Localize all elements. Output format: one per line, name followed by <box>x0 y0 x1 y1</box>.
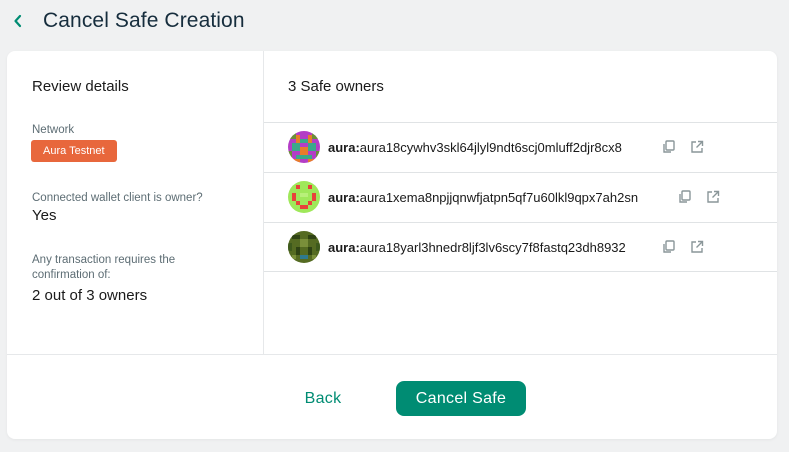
owner-avatar <box>288 181 320 213</box>
chevron-left-icon[interactable] <box>11 12 25 30</box>
owner-address-prefix: aura: <box>328 140 360 155</box>
confirmation-label-line1: Any transaction requires the <box>32 254 176 266</box>
owner-address: aura:aura1xema8npjjqnwfjatpn5qf7u60lkl9q… <box>328 190 638 205</box>
owner-address-prefix: aura: <box>328 190 360 205</box>
owners-title: 3 Safe owners <box>288 78 384 95</box>
back-button[interactable]: Back <box>292 381 354 417</box>
review-details-panel: Review details Network Aura Testnet Conn… <box>7 51 264 354</box>
owner-avatar <box>288 231 320 263</box>
copy-icon[interactable] <box>661 239 677 255</box>
confirmation-threshold-value: 2 out of 3 owners <box>32 287 148 304</box>
network-badge: Aura Testnet <box>31 140 117 162</box>
external-link-icon[interactable] <box>689 239 705 255</box>
owner-address-value: aura18cywhv3skl64jlyl9ndt6scj0mluff2djr8… <box>359 140 622 155</box>
review-details-title: Review details <box>32 78 129 95</box>
page-header: Cancel Safe Creation <box>0 0 789 44</box>
owner-row: aura:aura1xema8npjjqnwfjatpn5qf7u60lkl9q… <box>264 172 777 222</box>
review-card: Review details Network Aura Testnet Conn… <box>7 51 777 439</box>
owner-answer-value: Yes <box>32 207 57 224</box>
owner-address: aura:aura18yarl3hnedr8ljf3lv6scy7f8fastq… <box>328 240 626 255</box>
copy-icon[interactable] <box>661 139 677 155</box>
owners-panel: 3 Safe owners aura:aura18cywhv3skl64jlyl… <box>264 51 777 354</box>
owner-question-label: Connected wallet client is owner? <box>32 192 203 204</box>
card-footer: Back Cancel Safe <box>7 354 777 439</box>
confirmation-label-line2: confirmation of: <box>32 269 111 281</box>
external-link-icon[interactable] <box>705 189 721 205</box>
page-title: Cancel Safe Creation <box>43 9 245 32</box>
owner-address-prefix: aura: <box>328 240 360 255</box>
owner-address-value: aura1xema8npjjqnwfjatpn5qf7u60lkl9qpx7ah… <box>359 190 639 205</box>
network-label: Network <box>32 124 75 136</box>
owner-row: aura:aura18cywhv3skl64jlyl9ndt6scj0mluff… <box>264 122 777 172</box>
copy-icon[interactable] <box>677 189 693 205</box>
owner-row: aura:aura18yarl3hnedr8ljf3lv6scy7f8fastq… <box>264 222 777 272</box>
owner-address-value: aura18yarl3hnedr8ljf3lv6scy7f8fastq23dh8… <box>359 240 626 255</box>
owner-avatar <box>288 131 320 163</box>
owner-address: aura:aura18cywhv3skl64jlyl9ndt6scj0mluff… <box>328 140 622 155</box>
external-link-icon[interactable] <box>689 139 705 155</box>
cancel-safe-button[interactable]: Cancel Safe <box>396 381 526 416</box>
